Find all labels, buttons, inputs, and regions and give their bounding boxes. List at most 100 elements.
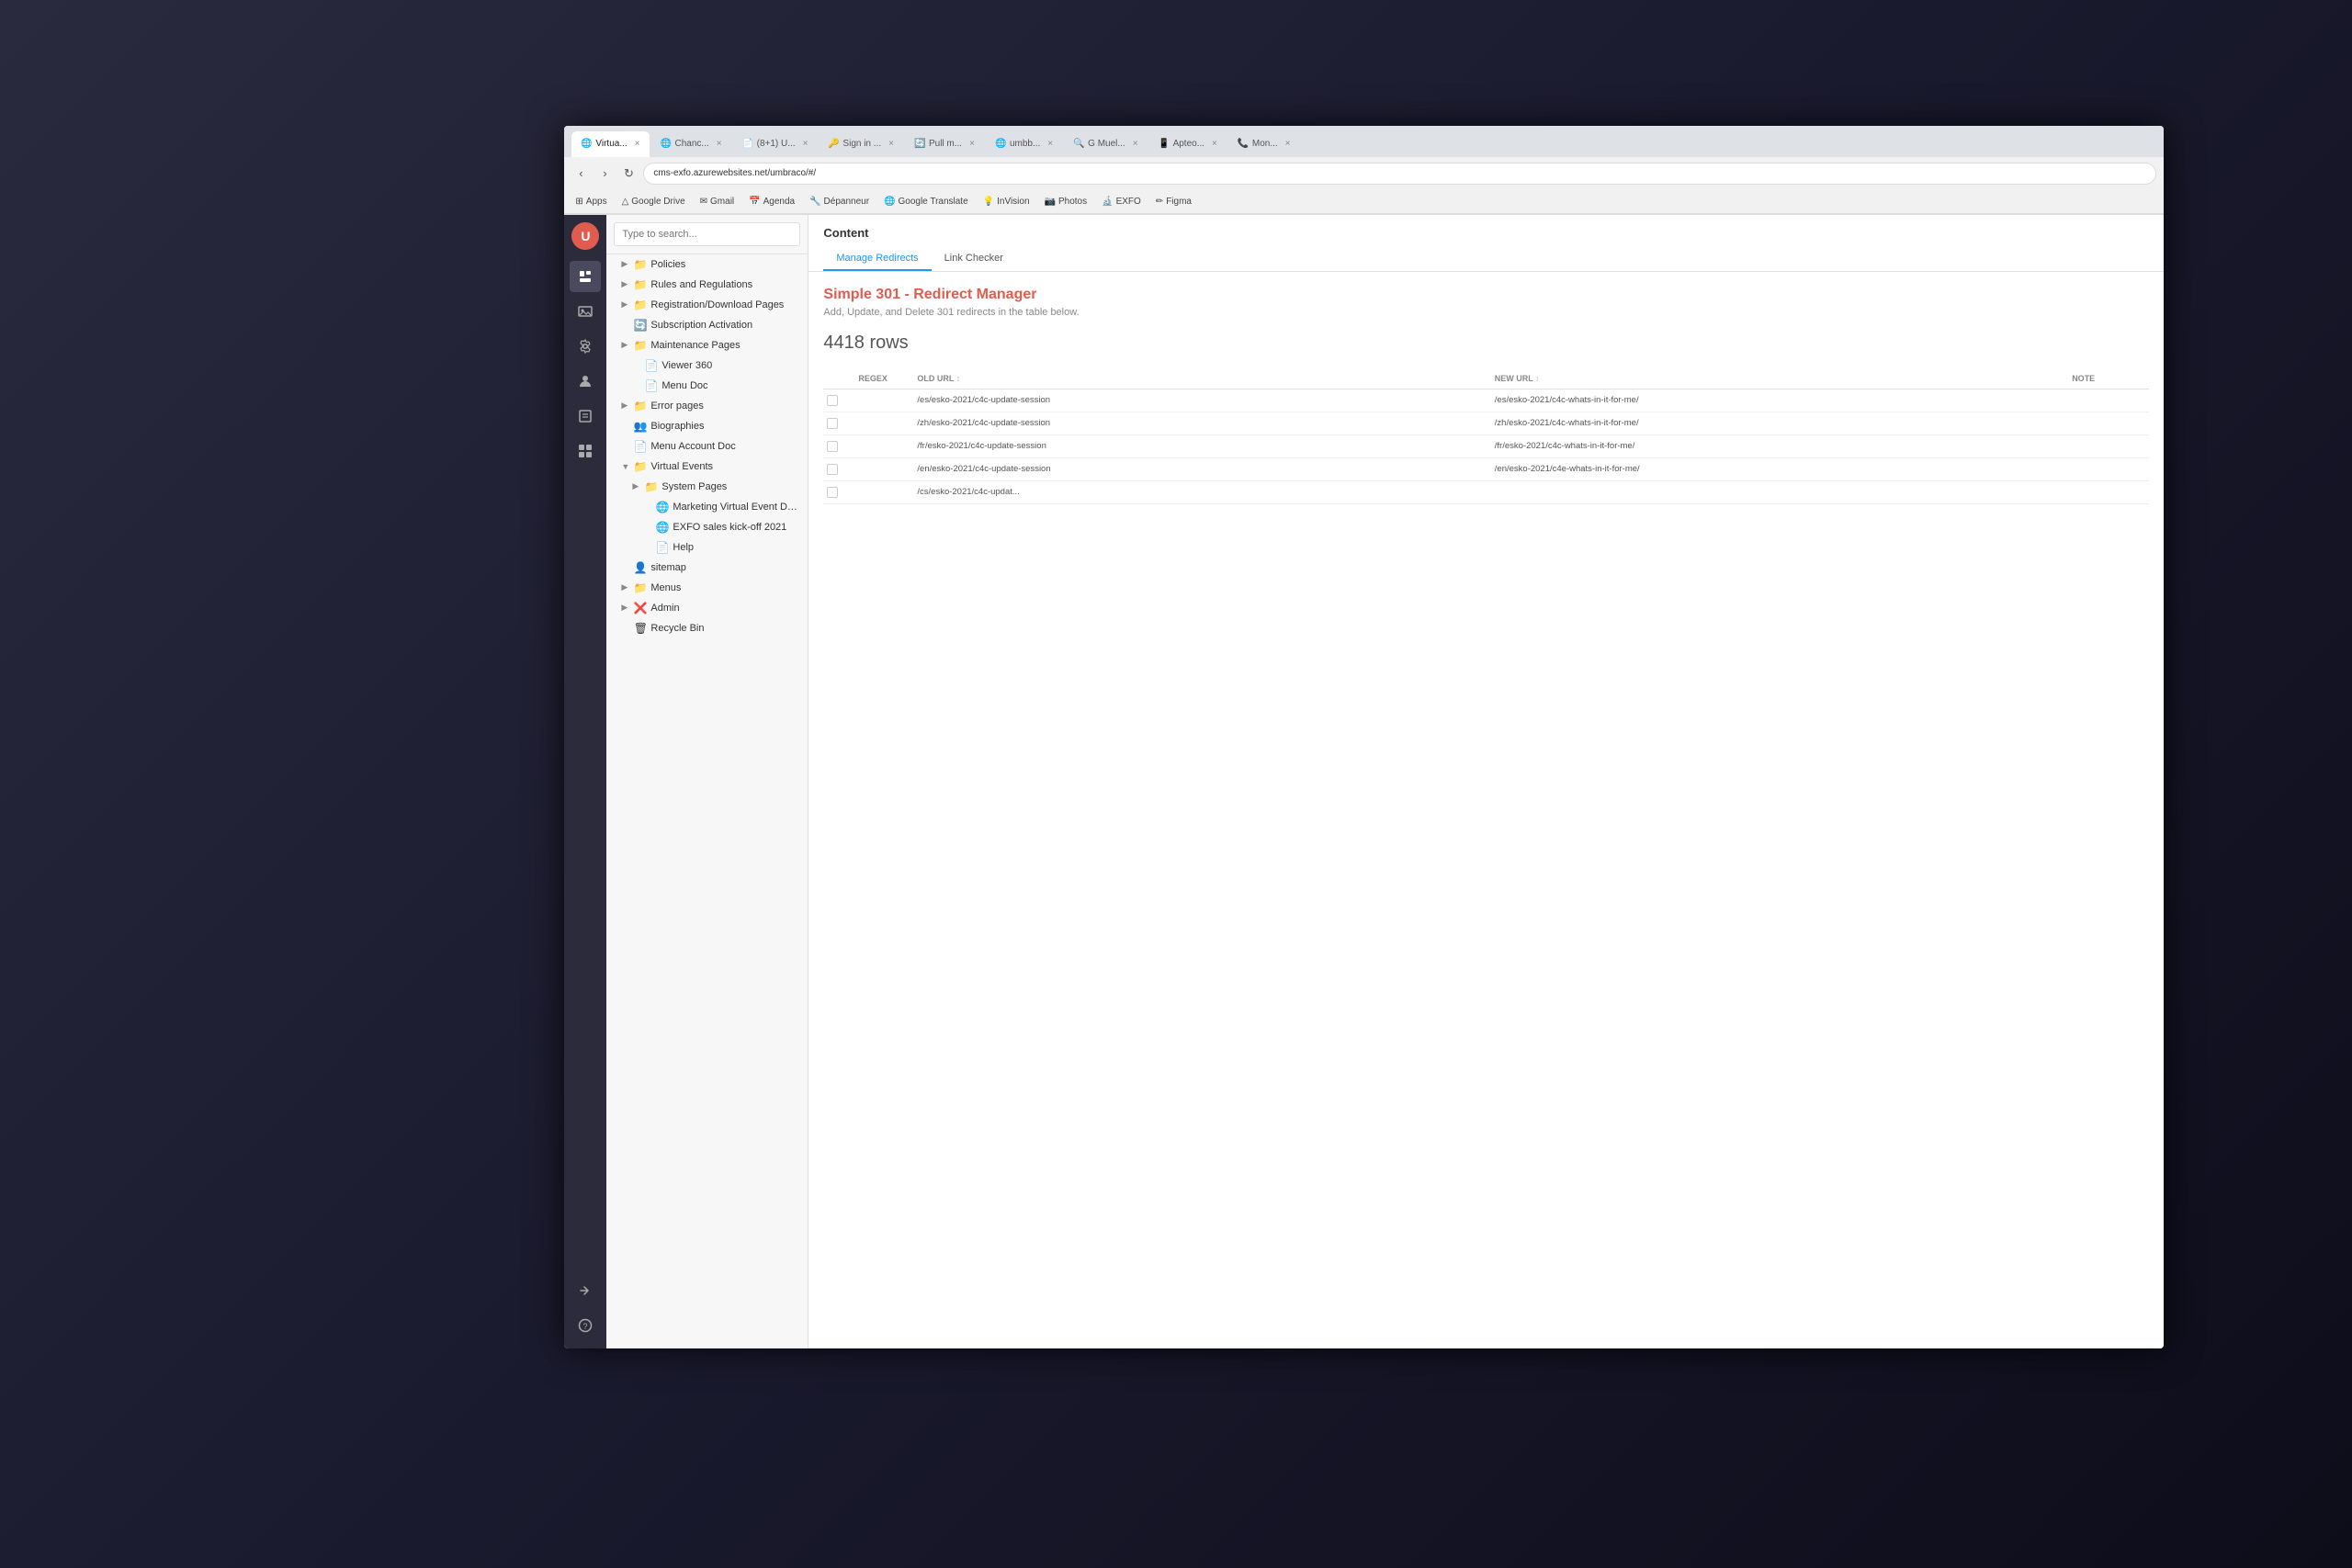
col-notes-header: NOTE [2072,374,2145,383]
col-newurl-header: NEW URL ↕ [1495,374,2046,383]
tree-label-policies: Policies [650,259,802,270]
tree-arrow-virtualevents: ▼ [621,462,630,471]
apps-label: Apps [586,197,607,207]
tab-8[interactable]: 📞 Mon... × [1228,131,1300,157]
tree-item-menuaccountdoc[interactable]: ▶ 📄 Menu Account Doc [606,436,808,457]
tree-label-menuaccountdoc: Menu Account Doc [650,441,802,452]
tree-item-virtualevents[interactable]: ▼ 📁 Virtual Events [606,457,808,477]
tree-arrow-error: ▶ [621,400,630,411]
search-input[interactable] [614,222,800,246]
tab-5[interactable]: 🌐 umbb... × [986,131,1062,157]
tree-item-menus[interactable]: ▶ 📁 Menus [606,578,808,598]
tree-item-systempages[interactable]: ▶ 📁 System Pages [606,477,808,497]
tab-link-checker[interactable]: Link Checker [932,247,1016,271]
tree-item-help[interactable]: ▶ 📄 Help ••• [606,537,808,558]
tree-arrow-registration: ▶ [621,299,630,310]
row1-checkbox[interactable] [827,395,838,406]
tree-label-systempages: System Pages [662,481,802,492]
folder-icon-virtualevents: 📁 [634,460,647,473]
tab-label-5: umbb... [1010,139,1040,149]
tree-item-maintenance[interactable]: ▶ 📁 Maintenance Pages [606,335,808,355]
depanneur-label: Dépanneur [824,197,869,207]
back-button[interactable]: ‹ [571,164,590,183]
sidebar-icon-media[interactable] [570,296,601,327]
tab-2[interactable]: 📄 (8+1) U... × [733,131,818,157]
tab-close-1-icon[interactable]: × [717,139,722,149]
tab-label-6: G Muel... [1088,139,1125,149]
redirect-manager-subtitle: Add, Update, and Delete 301 redirects in… [823,307,2149,318]
tab-4[interactable]: 🔄 Pull m... × [905,131,984,157]
bookmark-figma[interactable]: ✏ Figma [1152,196,1195,208]
tree-item-sitemap[interactable]: ▶ 👤 sitemap [606,558,808,578]
tab-6[interactable]: 🔍 G Muel... × [1064,131,1147,157]
tree-item-viewer360[interactable]: ▶ 📄 Viewer 360 [606,355,808,376]
bookmark-apps[interactable]: ⊞ Apps [571,196,610,208]
sidebar-icon-content[interactable] [570,261,601,292]
sidebar-icon-help[interactable]: ? [570,1310,601,1341]
screen: 🌐 Virtua... × 🌐 Chanc... × 📄 (8+1) U... … [564,126,2164,1348]
reload-button[interactable]: ↻ [619,164,638,183]
users-icon-biographies: 👥 [634,420,647,433]
search-box [606,215,808,254]
address-input[interactable] [643,163,2156,185]
doc-icon-menudoc: 📄 [645,379,658,392]
tree-item-menudoc[interactable]: ▶ 📄 Menu Doc [606,376,808,396]
tab-1[interactable]: 🌐 Chanc... × [651,131,731,157]
row4-checkbox[interactable] [827,464,838,475]
bookmark-gmail[interactable]: ✉ Gmail [696,196,739,208]
row3-new-url: /fr/esko-2021/c4c-whats-in-it-for-me/ [1495,441,2046,451]
tab-close-7-icon[interactable]: × [1212,139,1217,149]
gmail-label: Gmail [710,197,734,207]
tree-item-biographies[interactable]: ▶ 👥 Biographies [606,416,808,436]
table-header: REGEX OLD URL ↕ NEW URL ↕ NOTE [823,368,2149,389]
bookmark-depanneur[interactable]: 🔧 Dépanneur [806,196,873,208]
tab-close-4-icon[interactable]: × [969,139,975,149]
tree-item-admin[interactable]: ▶ ❌ Admin [606,598,808,618]
translate-label: Google Translate [898,197,967,207]
doc-icon-menuaccountdoc: 📄 [634,440,647,453]
sidebar-icon-settings[interactable] [570,331,601,362]
tree-arrow-menus: ▶ [621,582,630,592]
sidebar-icon-forms[interactable] [570,400,601,432]
tab-3[interactable]: 🔑 Sign in ... × [819,131,903,157]
forward-button[interactable]: › [595,164,614,183]
bookmark-exfo[interactable]: 🔬 EXFO [1098,196,1145,208]
bookmark-invision[interactable]: 💡 InVision [979,196,1034,208]
tab-close-2-icon[interactable]: × [803,139,808,149]
tab-favicon-5: 🌐 [995,139,1006,150]
bookmark-agenda[interactable]: 📅 Agenda [745,196,798,208]
tab-umbraco[interactable]: 🌐 Virtua... × [571,131,649,157]
tree-item-policies[interactable]: ▶ 📁 Policies [606,254,808,275]
bookmark-photos[interactable]: 📷 Photos [1041,196,1091,208]
tab-close-3-icon[interactable]: × [888,139,894,149]
col-oldurl-header: OLD URL ↕ [917,374,1468,383]
tab-close-icon[interactable]: × [635,139,640,149]
tree-item-exfosales[interactable]: ▶ 🌐 EXFO sales kick-off 2021 [606,517,808,537]
tree-item-registration[interactable]: ▶ 📁 Registration/Download Pages [606,295,808,315]
sidebar-icon-users[interactable] [570,366,601,397]
sidebar-icon-redirect[interactable] [570,1275,601,1306]
bookmark-translate[interactable]: 🌐 Google Translate [880,196,972,208]
tab-7[interactable]: 📱 Apteo... × [1149,131,1227,157]
tree-label-biographies: Biographies [650,421,802,432]
row3-checkbox[interactable] [827,441,838,452]
tab-close-8-icon[interactable]: × [1285,139,1291,149]
row5-checkbox[interactable] [827,487,838,498]
newurl-sort-icon[interactable]: ↕ [1535,374,1540,383]
tree-item-recyclebin[interactable]: ▶ 🗑 Recycle Bin [606,618,808,638]
tab-label: Virtua... [595,139,627,149]
tree-item-subscription[interactable]: ▶ 🔄 Subscription Activation [606,315,808,335]
tree-item-rules[interactable]: ▶ 📁 Rules and Regulations [606,275,808,295]
oldurl-sort-icon[interactable]: ↕ [956,374,961,383]
sidebar-icon-dashboard[interactable] [570,435,601,467]
tree-label-exfosales: EXFO sales kick-off 2021 [673,522,802,533]
tab-close-6-icon[interactable]: × [1133,139,1138,149]
tree-item-marketingdemo[interactable]: ▶ 🌐 Marketing Virtual Event Demo [606,497,808,517]
tree-arrow-systempages: ▶ [632,481,641,491]
row2-checkbox[interactable] [827,418,838,429]
folder-icon-systempages: 📁 [645,480,658,493]
tab-manage-redirects[interactable]: Manage Redirects [823,247,931,271]
tab-close-5-icon[interactable]: × [1047,139,1053,149]
bookmark-gdrive[interactable]: △ Google Drive [618,196,689,208]
tree-item-error[interactable]: ▶ 📁 Error pages [606,396,808,416]
